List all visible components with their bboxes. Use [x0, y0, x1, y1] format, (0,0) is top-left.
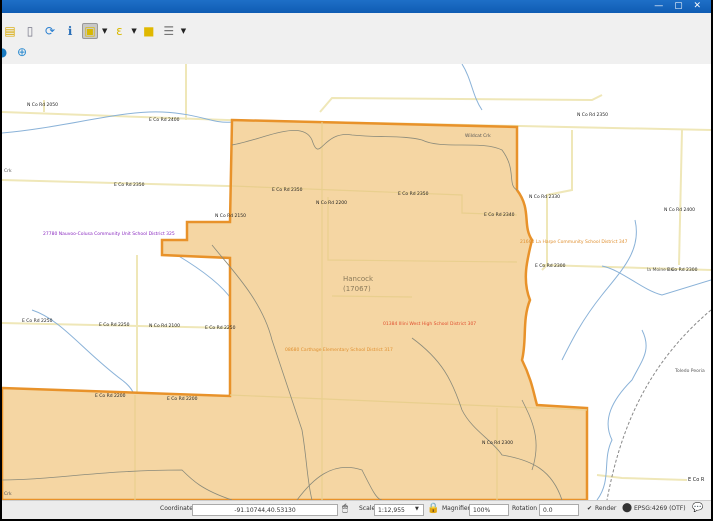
road-label: E Co Rd 2300 [535, 263, 566, 269]
road-label: E Co Rd 2350 [272, 187, 303, 193]
district-label-illini: 01384 Illini West High School District 3… [383, 321, 476, 327]
road-label: N Co Rd 2400 [664, 207, 695, 213]
map-canvas[interactable]: N Co Rd 2050 E Co Rd 2400 E Co Rd 2350 E… [2, 64, 711, 500]
crs-button[interactable]: EPSG:4269 (OTF) [634, 505, 686, 512]
add-layer-icon[interactable]: ⊕ [14, 44, 30, 60]
road-label: E Co Rd 2350 [114, 182, 145, 188]
save-icon[interactable]: ▯ [22, 23, 38, 39]
road-label: E Co Rd 2250 [205, 325, 236, 331]
lock-icon[interactable]: 🔒 [427, 503, 439, 514]
mouse-icon[interactable]: 🖱 [342, 503, 348, 514]
water-label: la Moine Riv [647, 267, 675, 273]
road-label: E Co Rd 2250 [99, 322, 130, 328]
road-label: E Co Rd 2200 [95, 393, 126, 399]
chevron-down-icon[interactable]: ▼ [131, 27, 136, 35]
select-expression-icon[interactable]: ε [111, 23, 127, 39]
road-label: E Co R [688, 477, 705, 483]
rotation-field[interactable]: 0.0 [539, 504, 579, 516]
coordinate-field[interactable]: -91.10744,40.53130 [192, 504, 338, 516]
magnifier-label: Magnifier [442, 505, 471, 512]
road-label: E Co Rd 2340 [484, 212, 515, 218]
magnifier-field[interactable]: 100% [469, 504, 509, 516]
water-label: Crk [4, 168, 12, 174]
select-feature-icon[interactable]: ▣ [82, 23, 98, 39]
county-label: Hancock [343, 275, 374, 283]
water-label: Wildcat Crk [465, 133, 491, 139]
map-svg[interactable]: N Co Rd 2050 E Co Rd 2400 E Co Rd 2350 E… [2, 64, 711, 500]
crs-globe-icon[interactable]: ⬤ [622, 503, 632, 513]
water-label: Crk [4, 491, 12, 497]
railroad [606, 309, 711, 500]
district-label-nauvoo: 27780 Nauvoo-Colusa Community Unit Schoo… [43, 231, 175, 237]
identify-icon[interactable]: ℹ [62, 23, 78, 39]
coordinate-label: Coordinate [160, 505, 193, 512]
toolbar-row-1: ▤ ▯ ⟳ ℹ ▣ ▼ ε ▼ ■ ☰ ▼ [2, 20, 711, 42]
road-label: E Co Rd 2200 [167, 396, 198, 402]
district-label-la-harpe: 21660 La Harpe Community School District… [520, 239, 628, 245]
attribute-table-icon[interactable]: ☰ [161, 23, 177, 39]
road-label: E Co Rd 2350 [398, 191, 429, 197]
messages-icon[interactable]: 💬 [692, 503, 703, 513]
road-label: N Co Rd 2050 [27, 102, 58, 108]
road-label: N Co Rd 2100 [149, 323, 180, 329]
layer-icon[interactable]: ▤ [2, 23, 18, 39]
road-label: N Co Rd 2350 [577, 112, 608, 118]
road-label: E Co Rd 2400 [149, 117, 180, 123]
scale-label: Scale [359, 505, 376, 512]
deselect-icon[interactable]: ■ [141, 23, 157, 39]
road-label: N Co Rd 2200 [316, 200, 347, 206]
rail-label: Toledo Peoria [674, 368, 705, 374]
title-bar: — ▢ ✕ [2, 0, 711, 13]
chevron-down-icon[interactable]: ▼ [102, 27, 107, 35]
refresh-icon[interactable]: ⟳ [42, 23, 58, 39]
chevron-down-icon[interactable]: ▼ [181, 27, 186, 35]
district-label-carthage: 08680 Carthage Elementary School Distric… [285, 347, 393, 353]
toolbar-row-2: ● ⊕ [2, 42, 711, 62]
chevron-down-icon[interactable]: ▼ [415, 506, 419, 512]
county-code: (17067) [343, 285, 371, 293]
render-label: Render [595, 505, 617, 512]
road-label: N Co Rd 2150 [215, 213, 246, 219]
road-label: N Co Rd 2330 [529, 194, 560, 200]
road-label: N Co Rd 2300 [482, 440, 513, 446]
render-checkbox[interactable]: ✔ [587, 505, 592, 512]
globe-icon[interactable]: ● [2, 44, 10, 60]
rotation-label: Rotation [512, 505, 538, 512]
qgis-window: — ▢ ✕ ▤ ▯ ⟳ ℹ ▣ ▼ ε ▼ ■ ☰ ▼ ● ⊕ N Co Rd 205… [2, 0, 711, 519]
status-bar: Coordinate -91.10744,40.53130 🖱 Scale 1:… [2, 500, 711, 519]
window-controls[interactable]: — ▢ ✕ [654, 1, 705, 11]
road-label: E Co Rd 2250 [22, 318, 53, 324]
